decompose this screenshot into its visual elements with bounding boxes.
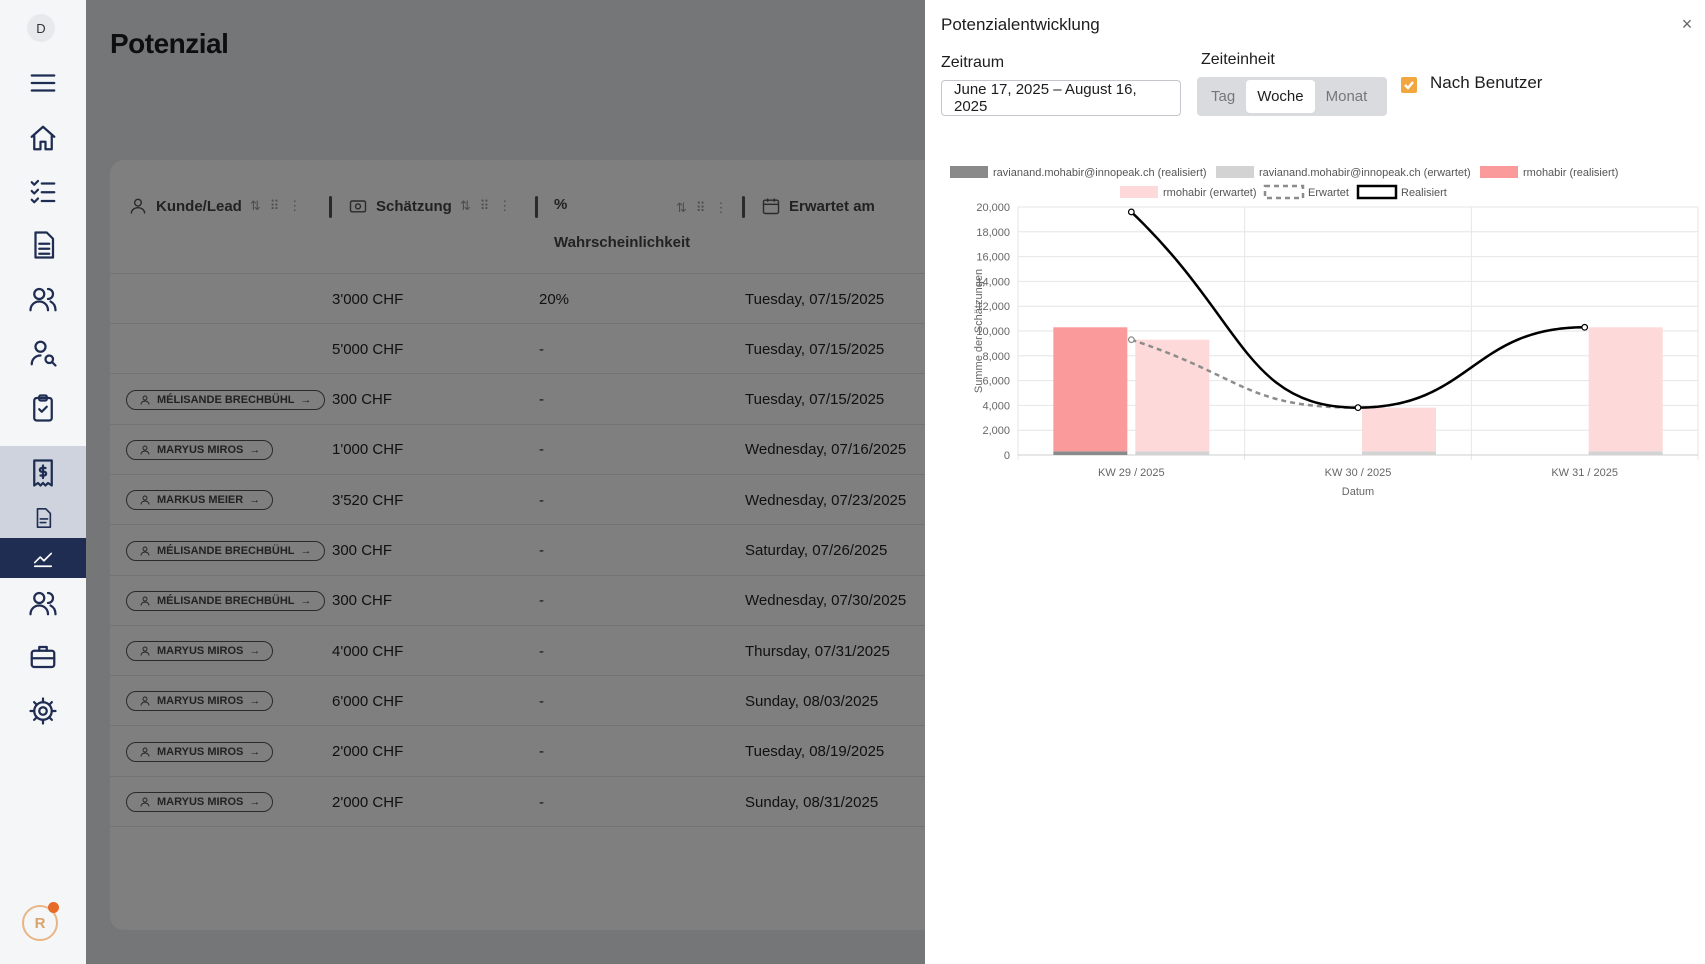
y-tick-label: 16,000 xyxy=(976,252,1010,264)
modal-backdrop[interactable] xyxy=(86,0,1011,964)
potential-chart-container: 0 2,000 4,000 6,000 8,000 10,000 12,000 14,000 1… xyxy=(925,160,1705,560)
period-date-range-input[interactable]: June 17, 2025 – August 16, 2025 xyxy=(941,80,1181,116)
chart-icon[interactable] xyxy=(0,538,86,578)
notification-dot xyxy=(48,902,59,913)
legend-label: Realisiert xyxy=(1401,187,1447,199)
checklist-icon[interactable] xyxy=(0,381,86,435)
x-tick-label: KW 29 / 2025 xyxy=(1098,467,1165,479)
bar-segment xyxy=(1053,451,1128,455)
time-unit-toggle: Tag Woche Monat xyxy=(1197,77,1387,116)
menu-icon[interactable] xyxy=(0,56,86,110)
time-unit-day[interactable]: Tag xyxy=(1200,80,1246,113)
y-tick-label: 4,000 xyxy=(982,400,1010,412)
bar-segment xyxy=(1135,339,1210,452)
bar-segment xyxy=(1135,451,1210,455)
file-icon[interactable] xyxy=(0,498,86,538)
line-point xyxy=(1127,208,1135,216)
legend-label: rmohabir (realisiert) xyxy=(1523,167,1618,179)
x-axis-title: Datum xyxy=(1342,486,1374,498)
legend-label: ravianand.mohabir@innopeak.ch (realisier… xyxy=(993,167,1207,179)
by-user-checkbox[interactable] xyxy=(1401,77,1417,93)
period-label: Zeitraum xyxy=(941,54,1005,71)
bar-segment xyxy=(1362,451,1436,455)
legend-swatch xyxy=(1356,184,1398,200)
user-avatar[interactable]: D xyxy=(27,14,55,42)
drawer-title: Potenzialentwicklung xyxy=(941,15,1100,34)
x-tick-label: KW 30 / 2025 xyxy=(1325,467,1392,479)
legend-swatch xyxy=(1120,186,1158,198)
time-unit-label: Zeiteinheit xyxy=(1201,51,1275,68)
legend-swatch xyxy=(950,166,988,178)
team-icon[interactable] xyxy=(0,576,86,630)
y-tick-label: 2,000 xyxy=(982,425,1010,437)
bar-segment xyxy=(1053,327,1128,452)
contacts-icon[interactable] xyxy=(0,272,86,326)
home-icon[interactable] xyxy=(0,111,86,165)
bar-segment xyxy=(1588,451,1663,455)
receipt-icon[interactable] xyxy=(0,446,86,500)
legend-swatch xyxy=(1263,184,1305,200)
y-tick-label: 6,000 xyxy=(982,376,1010,388)
time-unit-week[interactable]: Woche xyxy=(1246,80,1315,113)
bar-segment xyxy=(1588,327,1663,452)
tasks-icon[interactable] xyxy=(0,164,86,218)
by-user-label[interactable]: Nach Benutzer xyxy=(1430,73,1542,93)
user-search-icon[interactable] xyxy=(0,326,86,380)
settings-icon[interactable] xyxy=(0,684,86,738)
legend-label: ravianand.mohabir@innopeak.ch (erwartet) xyxy=(1259,167,1471,179)
legend-swatch xyxy=(1480,166,1518,178)
y-tick-label: 20,000 xyxy=(976,202,1010,214)
y-tick-label: 18,000 xyxy=(976,227,1010,239)
documents-icon[interactable] xyxy=(0,218,86,272)
line-point xyxy=(1354,404,1362,412)
line-point xyxy=(1127,336,1135,344)
potential-chart: 02,0004,0006,0008,00010,00012,00014,0001… xyxy=(950,166,1699,498)
briefcase-icon[interactable] xyxy=(0,630,86,684)
check-icon xyxy=(1404,81,1414,90)
y-tick-label: 8,000 xyxy=(982,351,1010,363)
legend-swatch xyxy=(1216,166,1254,178)
x-tick-label: KW 31 / 2025 xyxy=(1551,467,1618,479)
line-point xyxy=(1581,323,1589,331)
potential-development-drawer: Potenzialentwicklung × Zeitraum June 17,… xyxy=(925,0,1705,964)
close-icon[interactable]: × xyxy=(1675,12,1699,36)
time-unit-month[interactable]: Monat xyxy=(1315,80,1379,113)
legend-label: rmohabir (erwartet) xyxy=(1163,187,1257,199)
y-axis-title: Summe der Schätzungen xyxy=(973,269,985,393)
y-tick-label: 0 xyxy=(1004,450,1010,462)
legend-label: Erwartet xyxy=(1308,187,1349,199)
sidebar: D R xyxy=(0,0,86,964)
bar-segment xyxy=(1362,407,1436,452)
